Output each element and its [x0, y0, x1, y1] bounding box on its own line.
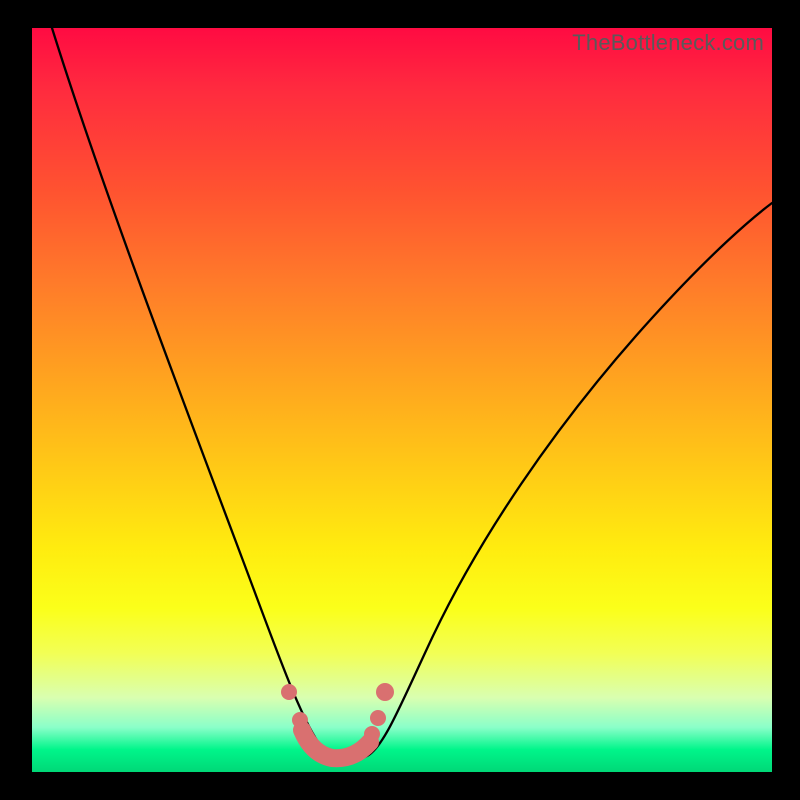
bottleneck-curve: [52, 28, 772, 760]
curve-bottom-highlight: [302, 730, 370, 758]
marker-dot: [364, 726, 380, 742]
marker-dot: [370, 710, 386, 726]
marker-dot: [292, 712, 308, 728]
chart-frame: TheBottleneck.com: [0, 0, 800, 800]
marker-dot: [376, 683, 394, 701]
plot-area: TheBottleneck.com: [32, 28, 772, 772]
curve-svg: [32, 28, 772, 772]
marker-dot: [281, 684, 297, 700]
